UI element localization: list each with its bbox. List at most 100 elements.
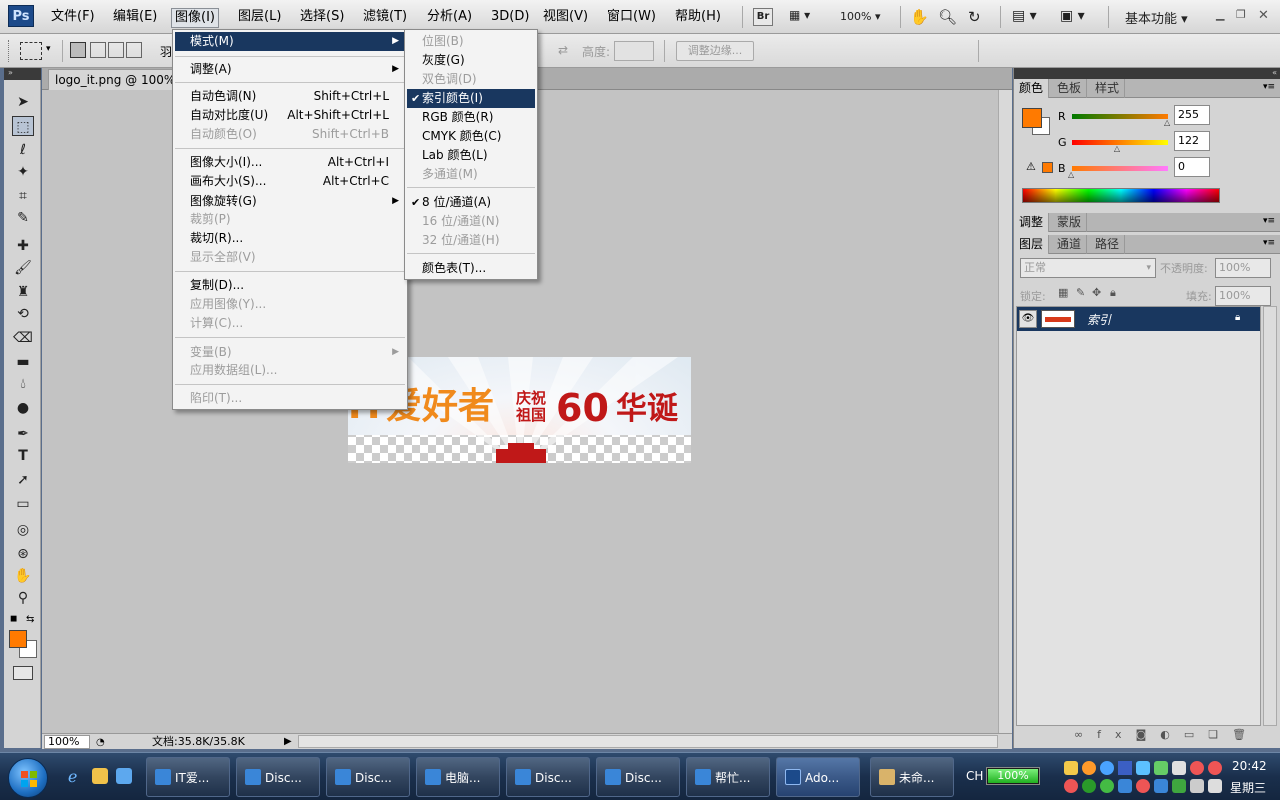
dodge-tool-icon[interactable]: ●	[12, 398, 34, 418]
magic-wand-tool-icon[interactable]: ✦	[12, 162, 34, 182]
marquee-tool-icon[interactable]: ⬚	[12, 116, 34, 136]
r-slider-thumb[interactable]: △	[1164, 118, 1170, 127]
tab-styles[interactable]: 样式	[1090, 79, 1126, 98]
fill-input[interactable]: 100%	[1215, 286, 1271, 306]
delete-layer-icon[interactable]: 🗑︎	[1232, 728, 1260, 741]
gradient-tool-icon[interactable]: ▬	[12, 352, 34, 372]
r-input[interactable]: 255	[1174, 105, 1210, 125]
image-menu-image-size[interactable]: 图像大小(I)... Alt+Ctrl+I	[175, 153, 405, 172]
taskbar-button-disc-3[interactable]: Disc...	[506, 757, 590, 797]
tray-icon[interactable]	[1118, 779, 1132, 793]
tools-collapse-icon[interactable]: »	[4, 68, 41, 80]
clock-day[interactable]: 星期三	[1230, 779, 1266, 796]
tray-icon[interactable]	[1190, 761, 1204, 775]
crop-tool-icon[interactable]: ⌗	[12, 186, 34, 206]
tray-icon[interactable]	[1136, 779, 1150, 793]
path-selection-tool-icon[interactable]: ➚	[12, 470, 34, 490]
zoom-level-select[interactable]: 100% ▾	[840, 8, 886, 26]
battery-indicator[interactable]: 100%	[986, 767, 1040, 785]
zoom-tool-icon[interactable]: 🔍︎	[938, 8, 957, 26]
taskbar-button-paint[interactable]: 未命...	[870, 757, 954, 797]
3d-rotate-tool-icon[interactable]: ◎	[12, 520, 34, 540]
r-slider[interactable]	[1072, 114, 1168, 119]
link-layers-icon[interactable]: ∞	[1074, 728, 1097, 741]
menu-file[interactable]: 文件(F)	[48, 8, 98, 28]
image-menu-adjust[interactable]: 调整(A) ▶	[175, 60, 405, 79]
tab-channels[interactable]: 通道	[1052, 235, 1088, 254]
hand-tool-icon[interactable]: ✋	[12, 566, 34, 586]
tray-icon[interactable]	[1100, 779, 1114, 793]
shape-tool-icon[interactable]: ▭	[12, 494, 34, 514]
status-info-icon[interactable]: ◔	[96, 735, 105, 750]
refine-edge-button[interactable]: 调整边缘...	[676, 41, 754, 61]
clone-stamp-tool-icon[interactable]: ♜	[12, 282, 34, 302]
add-mask-icon[interactable]: ◙	[1136, 728, 1161, 741]
image-menu-rotation[interactable]: 图像旋转(G) ▶	[175, 192, 405, 211]
tray-icon[interactable]	[1100, 761, 1114, 775]
panel-menu-icon[interactable]: ▾≡	[1263, 216, 1275, 226]
new-layer-icon[interactable]: ❏	[1208, 728, 1232, 741]
taskbar-button-disc-1[interactable]: Disc...	[236, 757, 320, 797]
g-input[interactable]: 122	[1174, 131, 1210, 151]
new-group-icon[interactable]: ▭	[1184, 728, 1208, 741]
b-slider-thumb[interactable]: △	[1068, 170, 1074, 179]
horizontal-scrollbar[interactable]	[298, 735, 998, 748]
foreground-color-swatch[interactable]	[9, 630, 27, 648]
b-input[interactable]: 0	[1174, 157, 1210, 177]
gamut-color-swatch[interactable]	[1042, 162, 1053, 173]
menu-analysis[interactable]: 分析(A)	[424, 8, 475, 28]
tray-icon[interactable]	[1172, 761, 1186, 775]
eyedropper-tool-icon[interactable]: ✎	[12, 208, 34, 228]
g-slider-thumb[interactable]: △	[1114, 144, 1120, 153]
image-menu-trim[interactable]: 裁切(R)...	[175, 229, 405, 248]
menu-3d[interactable]: 3D(D)	[488, 8, 532, 28]
height-input[interactable]	[614, 41, 654, 61]
preset-dropdown-icon[interactable]: ▾	[46, 44, 51, 54]
menu-edit[interactable]: 编辑(E)	[110, 8, 160, 28]
mode-grayscale[interactable]: 灰度(G)	[407, 51, 535, 70]
ie-quicklaunch-icon[interactable]: ℯ	[68, 767, 77, 786]
taskbar-button-it[interactable]: IT爱...	[146, 757, 230, 797]
move-tool-icon[interactable]: ➤	[12, 92, 34, 112]
b-slider[interactable]	[1072, 166, 1168, 171]
tray-icon[interactable]	[1136, 761, 1150, 775]
color-spectrum-bar[interactable]	[1022, 188, 1220, 203]
tray-icon[interactable]	[1064, 761, 1078, 775]
layers-scrollbar[interactable]	[1263, 306, 1277, 726]
tray-icon[interactable]	[1064, 779, 1078, 793]
mode-8bit[interactable]: ✔ 8 位/通道(A)	[407, 193, 535, 212]
eraser-tool-icon[interactable]: ⌫	[12, 328, 34, 348]
tray-icon[interactable]	[1082, 779, 1096, 793]
taskbar-button-pc[interactable]: 电脑...	[416, 757, 500, 797]
bridge-button[interactable]: Br	[753, 8, 773, 26]
workspace-switcher[interactable]: 基本功能 ▾	[1125, 8, 1188, 27]
rotate-view-icon[interactable]: ↻	[968, 8, 981, 26]
lock-transparent-icon[interactable]: ▦	[1058, 286, 1068, 299]
image-menu-auto-tone[interactable]: 自动色调(N) Shift+Ctrl+L	[175, 87, 405, 106]
menu-view[interactable]: 视图(V)	[540, 8, 591, 28]
tray-icon[interactable]	[1154, 779, 1168, 793]
type-tool-icon[interactable]: T	[12, 446, 34, 466]
lock-position-icon[interactable]: ✥	[1092, 286, 1101, 299]
blend-mode-select[interactable]: 正常 ▾	[1020, 258, 1156, 278]
layer-name[interactable]: 索引	[1087, 311, 1111, 328]
new-selection-icon[interactable]	[70, 42, 86, 58]
clock-quicklaunch-icon[interactable]	[92, 768, 108, 784]
3d-orbit-tool-icon[interactable]: ⊛	[12, 544, 34, 564]
taskbar-button-disc-2[interactable]: Disc...	[326, 757, 410, 797]
swap-colors-icon[interactable]: ⇆	[26, 614, 34, 625]
image-menu-duplicate[interactable]: 复制(D)...	[175, 276, 405, 295]
view-extras-button[interactable]: ▦ ▾	[789, 8, 825, 26]
pen-tool-icon[interactable]: ✒	[12, 424, 34, 444]
menu-image[interactable]: 图像(I)	[171, 8, 219, 28]
layer-row[interactable]: 👁︎ 索引 🔒︎	[1017, 307, 1260, 331]
image-menu-auto-contrast[interactable]: 自动对比度(U) Alt+Shift+Ctrl+L	[175, 106, 405, 125]
marquee-preset-icon[interactable]	[20, 42, 42, 60]
tray-icon[interactable]	[1172, 779, 1186, 793]
language-indicator[interactable]: CH	[966, 769, 983, 783]
tab-paths[interactable]: 路径	[1090, 235, 1126, 254]
clock-time[interactable]: 20:42	[1232, 759, 1267, 773]
menu-help[interactable]: 帮助(H)	[672, 8, 724, 28]
tray-icon[interactable]	[1154, 761, 1168, 775]
mode-indexed-color[interactable]: ✔ 索引颜色(I)	[407, 89, 535, 108]
